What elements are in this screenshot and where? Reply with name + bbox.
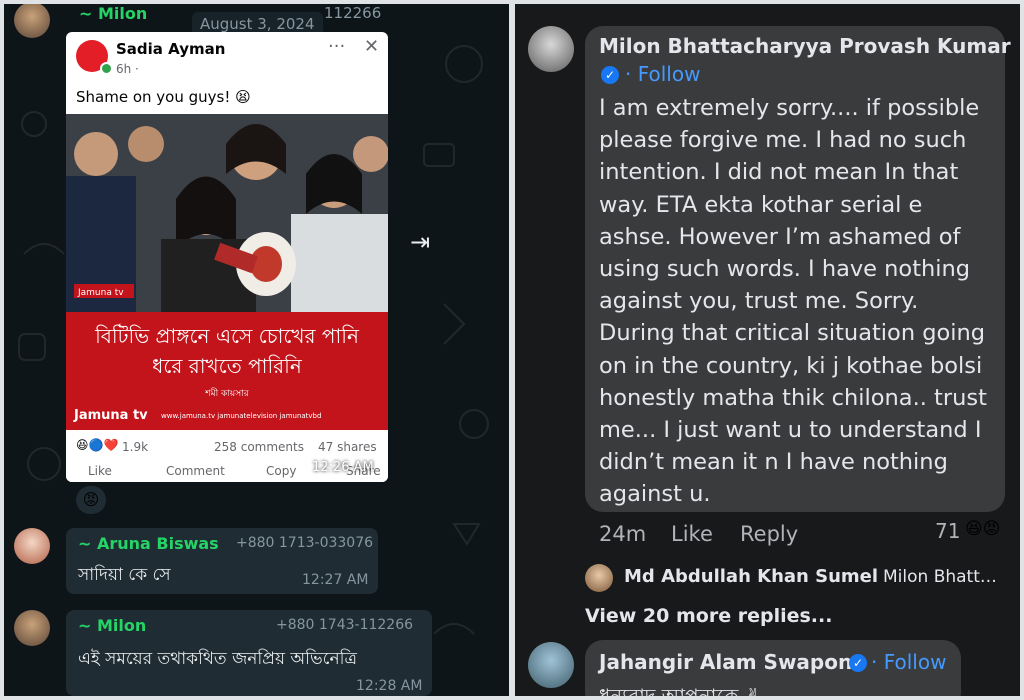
mic-logo: Jamuna tv: [77, 288, 124, 298]
like-button[interactable]: Like: [671, 522, 713, 546]
sender-phone: +880 1743-112266: [276, 617, 414, 633]
more-options-icon: ···: [328, 36, 346, 57]
caption-line-1: বিটিভি প্রাঙ্গনে এসে চোখের পানি: [95, 324, 359, 348]
forward-icon[interactable]: ⇥: [410, 228, 430, 256]
comment-text: ধন্যবাদ আপনাকে ✌: [599, 684, 762, 696]
post-time: 6h ·: [116, 62, 139, 76]
reply-button[interactable]: Reply: [740, 522, 798, 546]
comment-author[interactable]: Jahangir Alam Swapon: [599, 650, 852, 674]
message-time: 12:27 AM: [302, 572, 369, 588]
message-bubble[interactable]: ~ Milon +880 1743-112266 এই সময়ের তথাকথ…: [66, 610, 432, 696]
press-photo-illustration: Jamuna tv: [66, 114, 388, 312]
message-time: 12:28 AM: [356, 678, 423, 694]
close-icon: ✕: [364, 36, 380, 57]
verified-badge-icon: ✓: [849, 654, 867, 672]
sender-name[interactable]: ~ Milon: [78, 616, 146, 635]
message-time: 12:26 AM: [312, 460, 374, 475]
caption-line-2: ধরে রাখতে পারিনি: [152, 354, 302, 378]
avatar-jahangir[interactable]: [528, 642, 574, 688]
reaction-count[interactable]: 71: [935, 519, 960, 543]
follow-link[interactable]: · Follow: [625, 62, 700, 86]
post-photo: Jamuna tv: [66, 114, 388, 312]
avatar-milon[interactable]: [14, 610, 50, 646]
sender-name[interactable]: ~ Aruna Biswas: [78, 534, 219, 553]
reaction-count: 1.9k: [122, 440, 149, 454]
message-reaction[interactable]: 😡: [76, 486, 106, 514]
sender-name[interactable]: ~ Milon: [79, 4, 147, 23]
copy-action: Copy: [266, 464, 297, 478]
follow-link[interactable]: · Follow: [871, 650, 946, 674]
comment-bubble: Milon Bhattacharyya Provash Kumar ✓ · Fo…: [585, 26, 1011, 512]
avatar-milon-bhattacharyya[interactable]: [528, 26, 574, 72]
reaction-icons: 😆🔵❤️: [76, 438, 119, 452]
shared-post-image[interactable]: Sadia Ayman 6h · ··· ✕ Shame on you guys…: [66, 32, 388, 482]
news-caption-band: বিটিভি প্রাঙ্গনে এসে চোখের পানি ধরে রাখত…: [66, 312, 388, 430]
reply-author[interactable]: Md Abdullah Khan Sumel: [624, 566, 878, 587]
sender-phone: 112266: [324, 4, 382, 22]
comment-time: 24m: [599, 522, 647, 546]
caption-credit: শমী কায়সার: [205, 389, 249, 399]
online-dot: [100, 62, 113, 75]
comment-action: Comment: [166, 464, 225, 478]
avatar-md-abdullah[interactable]: [585, 564, 613, 592]
like-action: Like: [88, 464, 112, 478]
whatsapp-chat-panel: ~ Milon 112266 August 3, 2024 Sadia Ayma…: [4, 4, 509, 696]
message-text: এই সময়ের তথাকথিত জনপ্রিয় অভিনেত্রি: [78, 649, 357, 669]
avatar-aruna[interactable]: [14, 528, 50, 564]
verified-badge-icon: ✓: [601, 66, 619, 84]
view-more-replies-link[interactable]: View 20 more replies...: [585, 605, 832, 627]
comment-text: I am extremely sorry.... if possible ple…: [599, 95, 987, 508]
shares-count: 47 shares: [318, 440, 377, 454]
sender-phone: +880 1713-033076: [236, 535, 374, 551]
comment-bubble: Jahangir Alam Swapon ✓ · Follow ধন্যবাদ …: [585, 640, 961, 696]
message-bubble[interactable]: ~ Aruna Biswas +880 1713-033076 সাদিয়া …: [66, 528, 378, 594]
comments-count: 258 comments: [214, 440, 304, 454]
channel-links: www.jamuna.tv jamunatelevision jamunatvb…: [161, 412, 322, 420]
reaction-emojis[interactable]: 😆😡: [965, 519, 1000, 539]
facebook-comments-panel: Milon Bhattacharyya Provash Kumar ✓ · Fo…: [515, 4, 1020, 696]
reply-preview[interactable]: Milon Bhatt…: [883, 567, 997, 587]
message-text: সাদিয়া কে সে: [78, 565, 171, 585]
channel-logo: Jamuna tv: [74, 408, 148, 423]
post-author: Sadia Ayman: [116, 40, 226, 58]
comment-author[interactable]: Milon Bhattacharyya Provash Kumar: [599, 34, 1011, 58]
post-text: Shame on you guys! 😫: [76, 88, 251, 106]
